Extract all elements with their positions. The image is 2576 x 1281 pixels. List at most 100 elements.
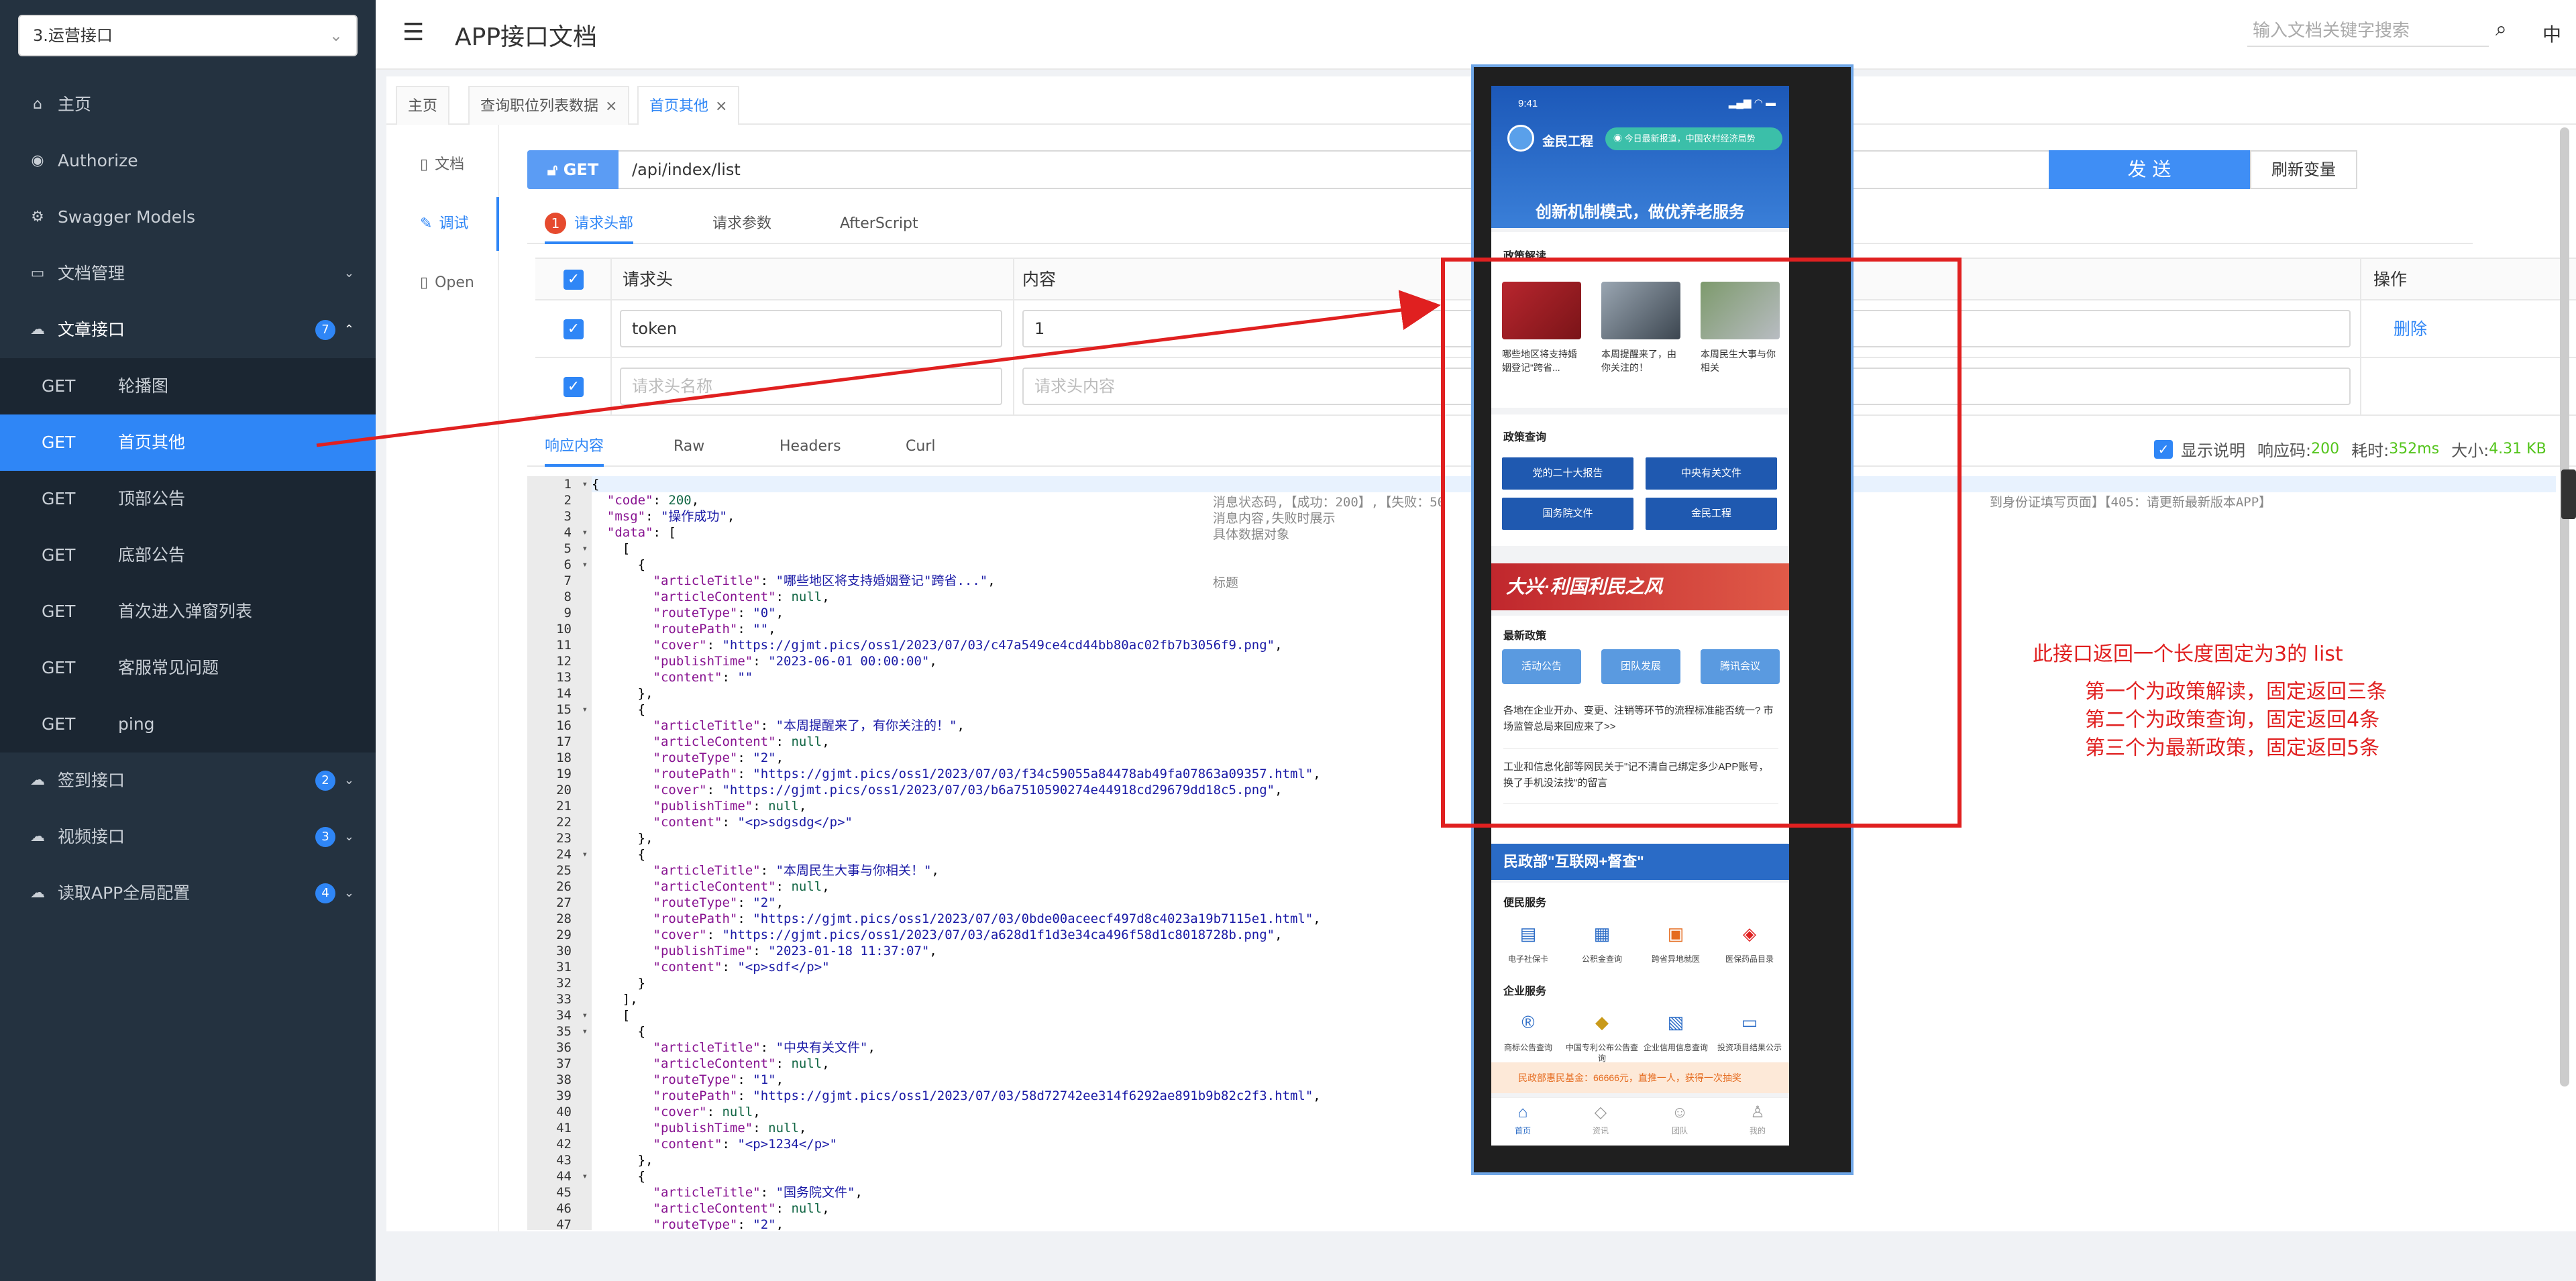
line-number: 34 ▾ xyxy=(556,1007,588,1023)
line-number: 45 xyxy=(556,1185,572,1200)
tab-request-params[interactable]: 请求参数 xyxy=(712,204,771,244)
method-label: GET xyxy=(42,489,76,508)
service-item[interactable]: ▭ 投资项目结果公示 xyxy=(1713,1009,1786,1053)
tab-home[interactable]: 主页 xyxy=(396,86,450,125)
sidebar-item-authorize[interactable]: ◉ Authorize xyxy=(0,133,376,189)
tab-request-headers[interactable]: 1 请求头部 xyxy=(545,204,634,244)
show-desc-checkbox[interactable]: ✓ xyxy=(2154,439,2173,459)
fold-icon[interactable]: ▾ xyxy=(582,1168,588,1184)
api-item[interactable]: GET 底部公告 xyxy=(0,527,376,583)
notice-pill[interactable]: ◉ 今日最新报道，中国农村经济局势 xyxy=(1605,127,1782,150)
select-all-checkbox[interactable]: ✓ xyxy=(564,270,584,290)
tab-home-other[interactable]: 首页其他 × xyxy=(637,86,740,126)
api-item[interactable]: GET 顶部公告 xyxy=(0,471,376,527)
fold-icon[interactable]: ▾ xyxy=(582,476,588,492)
service-item[interactable]: ▧ 企业信用信息查询 xyxy=(1639,1009,1713,1053)
service-item[interactable]: ◆ 中国专利公布公告查询 xyxy=(1565,1009,1639,1064)
tab-label: 我的 xyxy=(1749,1126,1766,1135)
ticker-bar[interactable]: 民政部惠民基金：66666元，直推一人，获得一次抽奖 xyxy=(1491,1062,1789,1093)
fold-icon[interactable]: ▾ xyxy=(582,846,588,862)
column-header: 请求头 xyxy=(623,270,674,289)
side-drawer-handle[interactable] xyxy=(2561,469,2576,519)
api-item[interactable]: GET 客服常见问题 xyxy=(0,640,376,696)
trademark-icon: ® xyxy=(1521,1012,1535,1032)
supervision-banner[interactable]: 民政部"互联网+督查" xyxy=(1491,844,1789,880)
search-input[interactable]: 输入文档关键字搜索 xyxy=(2247,17,2489,47)
method-badge[interactable]: 🔓︎ GET xyxy=(527,150,619,189)
line-number: 23 xyxy=(556,831,572,846)
tab-response-content[interactable]: 响应内容 xyxy=(545,427,604,467)
row-checkbox[interactable]: ✓ xyxy=(564,377,584,397)
search-icon[interactable]: ⌕ xyxy=(2496,17,2507,41)
tab-home[interactable]: ⌂ 首页 xyxy=(1499,1103,1546,1136)
fold-icon[interactable]: ▾ xyxy=(582,1023,588,1040)
bug-icon: ✎ xyxy=(420,215,433,232)
sidebar-group-label: 文章接口 xyxy=(58,320,125,339)
line-number: 36 xyxy=(556,1040,572,1055)
tab-headers[interactable]: Headers xyxy=(780,427,841,467)
fold-icon[interactable]: ▾ xyxy=(582,541,588,557)
api-item[interactable]: GET ping xyxy=(0,696,376,753)
url-input[interactable]: /api/index/list xyxy=(632,152,741,188)
api-item-active[interactable]: GET 首页其他 xyxy=(0,414,376,471)
card-icon: ▤ xyxy=(1519,924,1537,944)
refresh-vars-button[interactable]: 刷新变量 xyxy=(2250,150,2357,189)
fold-icon[interactable]: ▾ xyxy=(582,1007,588,1023)
close-icon[interactable]: × xyxy=(715,98,727,115)
tab-team[interactable]: ☺ 团队 xyxy=(1656,1103,1703,1136)
scrollbar[interactable] xyxy=(2560,127,2569,1087)
vnav-open[interactable]: ▯ Open xyxy=(386,256,499,310)
sidebar-item-doc-manage[interactable]: ▭ 文档管理 ⌄ xyxy=(0,245,376,302)
tab-label: 首页其他 xyxy=(649,98,709,115)
count-badge: 2 xyxy=(315,771,335,791)
fold-icon[interactable]: ▾ xyxy=(582,524,588,541)
line-number: 40 xyxy=(556,1105,572,1119)
vnav-debug[interactable]: ✎ 调试 xyxy=(386,197,499,251)
service-item[interactable]: ▦ 公积金查询 xyxy=(1565,920,1639,964)
annotation-line: 第二个为政策查询，固定返回4条 xyxy=(2085,708,2380,732)
header-key-input[interactable]: token xyxy=(620,310,1002,347)
send-button[interactable]: 发 送 xyxy=(2049,150,2250,189)
language-toggle[interactable]: 中 xyxy=(2542,20,2561,47)
service-item[interactable]: ◈ 医保药品目录 xyxy=(1713,920,1786,964)
sidebar-group-video[interactable]: ☁ 视频接口 3 ⌄ xyxy=(0,809,376,865)
line-number: 27 xyxy=(556,895,572,910)
line-number: 7 xyxy=(564,573,572,588)
sidebar-item-home[interactable]: ⌂ 主页 xyxy=(0,76,376,133)
menu-fold-icon[interactable]: ☰ xyxy=(402,19,424,46)
tab-job-list[interactable]: 查询职位列表数据 × xyxy=(468,86,630,125)
header-key-input[interactable]: 请求头名称 xyxy=(620,368,1002,405)
sidebar-group-config[interactable]: ☁ 读取APP全局配置 4 ⌄ xyxy=(0,865,376,922)
api-label: 首页其他 xyxy=(118,433,186,452)
close-icon[interactable]: × xyxy=(605,98,617,115)
page-title: APP接口文档 xyxy=(455,23,598,51)
api-item[interactable]: GET 首次进入弹窗列表 xyxy=(0,583,376,640)
tab-raw[interactable]: Raw xyxy=(674,427,704,467)
notice-text: 今日最新报道，中国农村经济局势 xyxy=(1624,133,1756,144)
service-item[interactable]: ® 商标公告查询 xyxy=(1491,1009,1565,1053)
api-item[interactable]: GET 轮播图 xyxy=(0,358,376,414)
service-item[interactable]: ▤ 电子社保卡 xyxy=(1491,920,1565,964)
line-number: 8 xyxy=(564,590,572,604)
tab-news[interactable]: ◇ 资讯 xyxy=(1577,1103,1624,1136)
line-number: 41 xyxy=(556,1121,572,1135)
sidebar-group-label: 读取APP全局配置 xyxy=(58,883,191,903)
line-gutter: 1 ▾ 2 3 4 ▾ 5 ▾ 6 ▾ 7 8 9 10 11 12 13 14 15 ▾ 16 17 18 19 20 21 22… xyxy=(527,476,592,1230)
sidebar-group-signin[interactable]: ☁ 签到接口 2 ⌄ xyxy=(0,753,376,809)
delete-link[interactable]: 删除 xyxy=(2394,300,2427,358)
line-number: 30 xyxy=(556,944,572,958)
sidebar-group-article[interactable]: ☁ 文章接口 7 ⌃ xyxy=(0,302,376,358)
row-checkbox[interactable]: ✓ xyxy=(564,319,584,339)
tab-mine[interactable]: ♙ 我的 xyxy=(1734,1103,1781,1136)
sidebar-item-label: 文档管理 xyxy=(58,264,125,283)
method-label: GET xyxy=(42,714,76,734)
vnav-doc[interactable]: ▯ 文档 xyxy=(386,138,499,192)
fold-icon[interactable]: ▾ xyxy=(582,557,588,573)
project-select[interactable]: 3.运营接口 ⌄ xyxy=(18,15,358,56)
section-title: 企业服务 xyxy=(1503,986,1547,997)
sidebar-item-swagger-models[interactable]: ⚙ Swagger Models xyxy=(0,189,376,245)
service-item[interactable]: ▣ 跨省异地就医 xyxy=(1639,920,1713,964)
fold-icon[interactable]: ▾ xyxy=(582,702,588,718)
tab-after-script[interactable]: AfterScript xyxy=(840,204,918,244)
tab-curl[interactable]: Curl xyxy=(906,427,935,467)
